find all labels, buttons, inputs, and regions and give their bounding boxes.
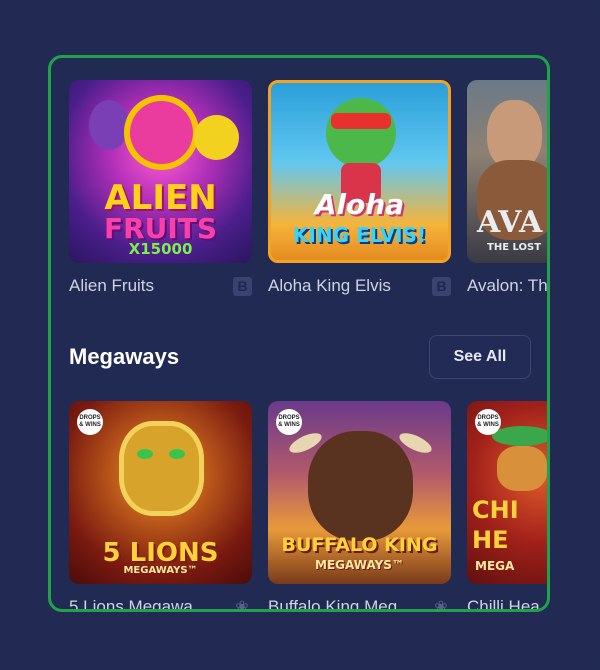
pepper-icon: ❀ [434, 599, 448, 612]
game-thumbnail[interactable]: AVA THE LOST [467, 80, 547, 263]
game-art-title: BUFFALO KING [281, 534, 438, 556]
game-thumbnail[interactable]: DROPS & WINS BUFFALO KING MEGAWAYS™ [268, 401, 451, 584]
game-name[interactable]: Aloha King Elvis [268, 276, 391, 296]
game-card-5-lions-megaways[interactable]: DROPS & WINS 5 LIONS MEGAWAYS™ 5 Lions M… [69, 401, 252, 612]
game-art-title: CHI [472, 496, 519, 524]
game-art-subtitle: THE LOST [487, 242, 542, 253]
provider-badge: B [432, 276, 451, 296]
game-art-subtitle: KING ELVIS! [292, 223, 427, 247]
drops-and-wins-badge: DROPS & WINS [77, 409, 103, 435]
drops-and-wins-badge: DROPS & WINS [475, 409, 501, 435]
game-card-aloha-king-elvis[interactable]: Aloha KING ELVIS! Aloha King Elvis B [268, 80, 451, 297]
game-row-top: ALIEN FRUITS X15000 Alien Fruits B Aloha… [69, 80, 547, 297]
game-card-alien-fruits[interactable]: ALIEN FRUITS X15000 Alien Fruits B [69, 80, 252, 297]
game-card-avalon[interactable]: AVA THE LOST Avalon: Th [467, 80, 547, 297]
pepper-icon: ❀ [235, 599, 249, 612]
provider-badge: B [233, 276, 252, 296]
game-art-title: 5 LIONS [102, 538, 219, 568]
game-name[interactable]: Buffalo King Meg [268, 597, 397, 609]
see-all-button[interactable]: See All [429, 335, 531, 379]
game-thumbnail[interactable]: DROPS & WINS 5 LIONS MEGAWAYS™ [69, 401, 252, 584]
game-card-buffalo-king-megaways[interactable]: DROPS & WINS BUFFALO KING MEGAWAYS™ Buff… [268, 401, 451, 612]
casino-games-panel: ALIEN FRUITS X15000 Alien Fruits B Aloha… [48, 55, 550, 612]
section-title: Megaways [69, 344, 180, 369]
game-thumbnail[interactable]: DROPS & WINS CHI HE MEGA [467, 401, 547, 584]
drops-and-wins-badge: DROPS & WINS [276, 409, 302, 435]
megaways-section-header: Megaways See All [69, 335, 531, 379]
game-art-megaways: MEGA [475, 559, 515, 573]
game-card-chilli-heat-megaways[interactable]: DROPS & WINS CHI HE MEGA Chilli Hea [467, 401, 547, 609]
game-row-megaways: DROPS & WINS 5 LIONS MEGAWAYS™ 5 Lions M… [69, 401, 547, 612]
game-name[interactable]: Alien Fruits [69, 276, 154, 296]
game-name[interactable]: 5 Lions Megawa [69, 597, 193, 609]
game-art-title: AVA [477, 205, 543, 240]
game-art-subtitle: HE [472, 526, 509, 554]
game-name[interactable]: Avalon: Th [467, 276, 547, 296]
game-art-subtitle: MEGAWAYS™ [123, 565, 198, 576]
game-name[interactable]: Chilli Hea [467, 597, 540, 609]
game-thumbnail[interactable]: ALIEN FRUITS X15000 [69, 80, 252, 263]
game-art-subtitle: MEGAWAYS™ [315, 558, 404, 572]
game-art-multiplier: X15000 [128, 240, 193, 258]
game-art-title: Aloha [314, 188, 405, 221]
game-thumbnail[interactable]: Aloha KING ELVIS! [268, 80, 451, 263]
page-frame: ALIEN FRUITS X15000 Alien Fruits B Aloha… [0, 0, 600, 670]
